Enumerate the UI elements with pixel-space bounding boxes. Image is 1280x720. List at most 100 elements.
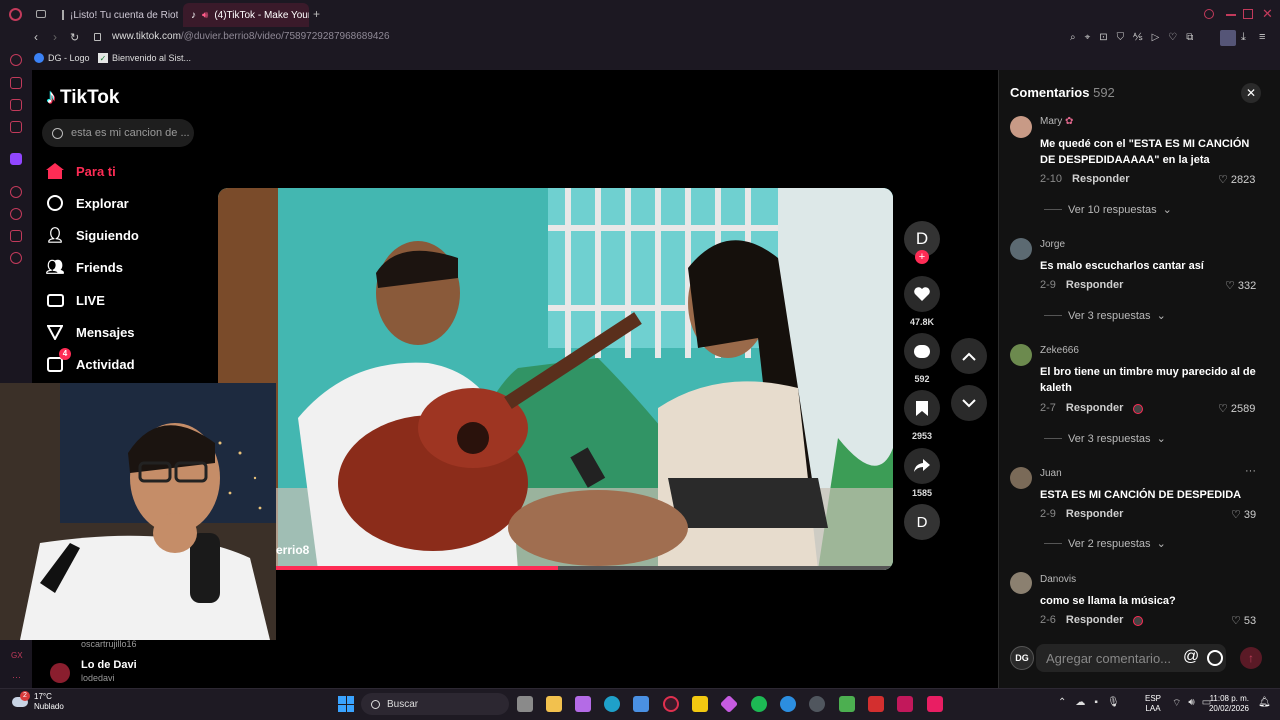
avatar[interactable] [1010,238,1032,260]
close-comments-button[interactable]: ✕ [1241,83,1261,103]
extensions-icons[interactable]: ⌕ ⌖ ⊡ ⛉ ⅍ ▷ ♡ ⧉ [1070,32,1193,43]
nav-explorar[interactable]: Explorar [46,190,206,216]
like-button[interactable] [904,276,940,312]
mention-icon[interactable]: @ [1183,648,1199,666]
clock[interactable]: 11:08 p. m. 20/02/2026 [1207,694,1249,714]
minimize-icon[interactable] [1226,14,1236,16]
nav-siguiendo[interactable]: 👤︎ Siguiendo [45,222,206,248]
comment-user[interactable]: Jorge [1040,239,1065,250]
video-username[interactable]: errio8 [276,543,309,557]
sidebar-twitch-icon[interactable] [10,153,22,165]
notifications-icon[interactable]: 🔔︎ [1258,697,1271,708]
search-tabs-icon[interactable] [1204,9,1214,19]
follow-plus-button[interactable]: + [915,250,929,264]
app-red-icon[interactable] [868,696,884,712]
workspaces-icon[interactable] [36,10,46,18]
file-explorer-icon[interactable] [546,696,562,712]
task-view-icon[interactable] [517,696,533,712]
sidebar-aria-icon[interactable] [10,54,22,66]
translate-icon[interactable]: ⅍ [1133,32,1142,43]
reply-button[interactable]: Responder [1072,173,1129,185]
previous-video-button[interactable] [951,338,987,374]
following-account-davi-avatar[interactable] [50,663,70,683]
heart-icon[interactable]: ♡ [1168,32,1177,43]
download-icon[interactable]: ⤓ [1241,31,1246,44]
copilot-icon[interactable] [575,696,591,712]
next-video-button[interactable] [951,385,987,421]
comment-user[interactable]: Danovis [1040,574,1076,585]
app-green-icon[interactable] [839,696,855,712]
nav-actividad[interactable]: 4 Actividad [46,348,206,377]
forward-icon[interactable]: › [53,30,57,44]
reply-button[interactable]: Responder [1066,508,1123,520]
language-indicator[interactable]: ESP LAA [1145,694,1161,714]
weather-widget[interactable]: 2 17°C Nublado [12,691,64,712]
screenshot-icon[interactable]: ⊡ [1099,32,1107,43]
my-avatar[interactable]: DG [1010,646,1034,670]
profile-avatar[interactable] [1220,30,1236,46]
url-field[interactable]: www.tiktok.com/@duvier.berrio8/video/758… [112,31,390,42]
mic-icon[interactable]: 🎙︎ [1107,697,1120,708]
avatar[interactable] [1010,572,1032,594]
taskbar-search[interactable]: Buscar [361,693,509,715]
comment-user[interactable]: Zeke666 [1040,345,1079,356]
sidebar-settings-icon[interactable] [10,252,22,264]
avatar[interactable] [1010,116,1032,138]
tab-riot[interactable]: ¡Listo! Tu cuenta de Riot y... [54,3,178,27]
sidebar-instagram-icon[interactable] [10,121,22,133]
view-replies-button[interactable]: Ver 3 respuestas ⌄ [1044,432,1166,446]
bookmark-dg[interactable]: DG - Logo [34,53,90,63]
start-button[interactable] [338,696,354,712]
comment-like-button[interactable]: ♡ 39 [1231,508,1256,522]
sidebar-shopping-icon[interactable] [10,77,22,89]
avatar[interactable] [1010,467,1032,489]
app-c-icon[interactable] [780,696,796,712]
speaker-icon[interactable]: 🔊︎ [202,10,208,21]
comment-user[interactable]: Mary ✿ [1040,116,1073,127]
store-icon[interactable] [633,696,649,712]
maximize-icon[interactable] [1243,9,1253,19]
reply-button[interactable]: Responder [1066,279,1123,291]
reply-button[interactable]: Responder [1066,402,1123,414]
avatar[interactable] [1010,344,1032,366]
save-button[interactable] [904,390,940,426]
more-options-icon[interactable]: ··· [1245,465,1256,477]
tiktok-logo[interactable]: ♪ TikTok [46,86,119,109]
pin-icon[interactable]: ⌖ [1085,32,1091,43]
send-button[interactable]: ↑ [1240,647,1262,669]
nav-live[interactable]: LIVE [46,287,206,313]
sidebar-pinboard-icon[interactable] [10,230,22,242]
comment-like-button[interactable]: ♡ 2823 [1218,173,1255,187]
search-input[interactable]: esta es mi cancion de ... [42,119,194,147]
steam-icon[interactable] [809,696,825,712]
comment-like-button[interactable]: ♡ 2589 [1218,402,1255,416]
comment-like-button[interactable]: ♡ 332 [1225,279,1256,293]
nav-para-ti[interactable]: Para ti [46,158,206,184]
puzzle-icon[interactable]: ⧉ [1186,32,1193,43]
sidebar-messenger-icon[interactable] [10,99,22,111]
shield-icon[interactable]: ⛉ [1117,32,1125,43]
app-pink-icon[interactable] [927,696,943,712]
tray-icons[interactable]: ⌃ ☁ ▪ 🎙︎ [1058,697,1120,708]
comment-user[interactable]: Juan [1040,468,1062,479]
sidebar-more-icon[interactable]: ··· [12,672,21,682]
nav-friends[interactable]: 👥︎ Friends [45,254,206,280]
opera-logo-icon[interactable] [9,8,22,21]
sidebar-gx-icon[interactable]: GX [11,651,23,660]
app-v-icon[interactable] [897,696,913,712]
opera-gx-icon[interactable] [663,696,679,712]
music-disc[interactable]: D [904,504,940,540]
menu-icon[interactable]: ≡ [1259,31,1265,43]
reload-icon[interactable]: ↻ [70,31,79,44]
edge-icon[interactable] [604,696,620,712]
chevron-up-icon[interactable]: ⌃ [1058,697,1066,708]
video-player[interactable] [218,188,893,570]
following-account-davi-name[interactable]: Lo de Davi [81,659,137,671]
reply-button[interactable]: Responder [1066,614,1123,626]
share-button[interactable] [904,448,940,484]
emoji-icon[interactable] [1207,650,1223,666]
sidebar-player-icon[interactable] [10,186,22,198]
play-icon[interactable]: ▷ [1152,32,1160,43]
app-tray-icon[interactable]: ▪ [1094,697,1098,708]
back-icon[interactable]: ‹ [34,30,38,44]
